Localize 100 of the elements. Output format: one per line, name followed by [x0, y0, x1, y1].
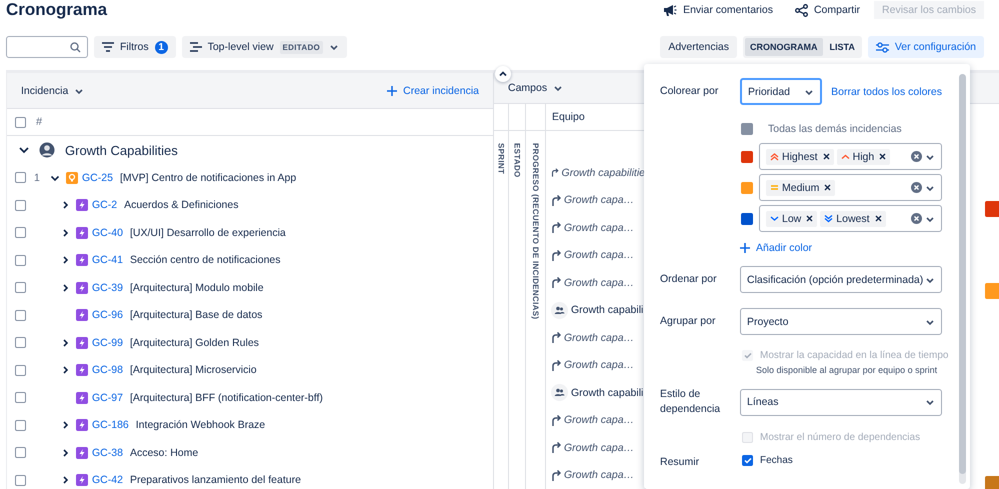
- hierarchy-lines-icon: [190, 42, 202, 52]
- edited-lozenge: EDITADO: [280, 40, 324, 54]
- priority-high-icon: [840, 152, 850, 161]
- curved-arrow-icon: [551, 277, 561, 288]
- color-swatch[interactable]: [741, 182, 753, 194]
- lightning-icon: [76, 282, 88, 294]
- checkbox[interactable]: [742, 455, 753, 466]
- people-icon: [551, 384, 568, 402]
- view-mode-tab[interactable]: CRONOGRAMA: [745, 38, 823, 56]
- row-checkbox[interactable]: [15, 364, 26, 376]
- remove-icon[interactable]: [874, 215, 882, 222]
- row-checkbox[interactable]: [15, 172, 26, 184]
- view-mode-tab[interactable]: LISTA: [824, 38, 860, 56]
- warnings-button[interactable]: Advertencias: [660, 36, 738, 58]
- field-column-header: ESTADO: [512, 143, 522, 178]
- lightning-icon: [76, 226, 88, 239]
- priority-tag[interactable]: High: [836, 148, 890, 164]
- row-checkbox[interactable]: [15, 392, 26, 404]
- priority-tag[interactable]: Highest: [766, 148, 834, 164]
- remove-icon[interactable]: [879, 153, 886, 160]
- clear-icon[interactable]: [911, 182, 922, 193]
- add-color-button[interactable]: Añadir color: [740, 242, 812, 254]
- curved-arrow-icon: [551, 222, 561, 234]
- issue-key-link[interactable]: GC-99: [92, 336, 123, 349]
- issue-key-link[interactable]: GC-42: [92, 474, 123, 486]
- color-swatch[interactable]: [741, 123, 753, 135]
- search-icon: [70, 42, 81, 52]
- issue-column-header[interactable]: Incidencia: [21, 84, 84, 96]
- priority-multiselect[interactable]: Highest High: [759, 143, 942, 170]
- remove-icon[interactable]: [822, 153, 830, 160]
- issue-key-link[interactable]: GC-39: [92, 282, 123, 294]
- field-column-header: SPRINT: [496, 143, 506, 174]
- lightning-icon: [76, 336, 88, 349]
- view-dropdown[interactable]: Top-level view EDITADO: [182, 36, 348, 58]
- issue-key-link[interactable]: GC-97: [92, 392, 123, 404]
- option-select[interactable]: Líneas: [740, 388, 942, 416]
- filters-button[interactable]: Filtros 1: [94, 36, 176, 58]
- color-swatch[interactable]: [741, 212, 753, 224]
- priority-lowest-icon: [824, 214, 834, 223]
- fields-column-header[interactable]: Campos: [508, 82, 564, 94]
- issue-key-link[interactable]: GC-186: [92, 419, 129, 432]
- row-checkbox[interactable]: [15, 310, 26, 321]
- curved-arrow-icon: [551, 442, 561, 454]
- checkbox-label: Mostrar el número de dependencias: [760, 432, 920, 443]
- remove-icon[interactable]: [806, 215, 814, 222]
- create-issue-link[interactable]: Crear incidencia: [387, 84, 479, 96]
- team-name: Growth capa…: [564, 332, 634, 344]
- team-name: Growth capa…: [564, 469, 634, 482]
- row-checkbox[interactable]: [15, 200, 26, 211]
- team-name: Growth capabilitie: [562, 166, 645, 179]
- priority-multiselect[interactable]: Low Lowest: [759, 205, 942, 232]
- select-all-checkbox[interactable]: [15, 116, 26, 128]
- issue-key-link[interactable]: GC-41: [92, 254, 123, 266]
- row-checkbox[interactable]: [15, 254, 26, 266]
- lightning-icon: [76, 474, 88, 486]
- scrollbar[interactable]: [959, 74, 966, 484]
- issue-key-link[interactable]: GC-96: [92, 309, 123, 322]
- team-name: Growth capa…: [564, 414, 634, 426]
- row-checkbox[interactable]: [15, 282, 26, 294]
- option-label: Estilo de dependencia: [660, 387, 722, 417]
- clear-colors-link[interactable]: Borrar todos los colores: [831, 86, 942, 98]
- priority-tag-label: High: [852, 150, 874, 162]
- priority-tag-label: Low: [782, 212, 802, 224]
- issue-key-link[interactable]: GC-25: [82, 172, 113, 184]
- issue-key-link[interactable]: GC-40: [92, 226, 123, 239]
- color-swatch[interactable]: [741, 150, 753, 162]
- issue-summary: Preparativos lanzamiento del feature: [130, 474, 301, 486]
- row-checkbox[interactable]: [15, 337, 26, 348]
- row-checkbox[interactable]: [15, 227, 26, 238]
- option-select[interactable]: Clasificación (opción predeterminada): [740, 266, 942, 293]
- filter-icon: [102, 42, 114, 52]
- lightning-icon: [76, 254, 88, 266]
- row-checkbox[interactable]: [15, 420, 26, 431]
- issue-key-link[interactable]: GC-2: [92, 199, 118, 212]
- priority-multiselect[interactable]: Medium: [759, 174, 942, 201]
- view-settings-button[interactable]: Ver configuración: [868, 36, 984, 58]
- clear-icon[interactable]: [911, 213, 922, 224]
- priority-tag[interactable]: Low: [766, 210, 818, 226]
- clear-icon[interactable]: [911, 151, 922, 162]
- row-checkbox[interactable]: [15, 474, 26, 486]
- remove-icon[interactable]: [824, 184, 832, 191]
- collapse-button[interactable]: [495, 66, 511, 82]
- option-label: Agrupar por: [660, 314, 716, 329]
- lightning-icon: [76, 419, 88, 432]
- priority-highest-icon: [770, 152, 779, 161]
- issue-summary: Integración Webhook Braze: [136, 419, 266, 432]
- priority-tag[interactable]: Medium: [766, 180, 836, 196]
- color-by-select[interactable]: Prioridad: [740, 78, 822, 105]
- team-name: Growth capa…: [564, 222, 634, 234]
- issue-key-link[interactable]: GC-38: [92, 446, 123, 459]
- team-name: Growth capa…: [564, 249, 634, 262]
- priority-tag[interactable]: Lowest: [820, 210, 886, 226]
- share-button[interactable]: Compartir: [786, 1, 868, 19]
- feedback-button[interactable]: Enviar comentarios: [655, 1, 781, 19]
- row-checkbox[interactable]: [15, 447, 26, 458]
- checkmark-icon: [744, 457, 752, 464]
- chevron-down-icon[interactable]: [19, 145, 29, 155]
- issue-key-link[interactable]: GC-98: [92, 364, 123, 376]
- search-field[interactable]: [6, 36, 88, 58]
- option-select[interactable]: Proyecto: [740, 308, 942, 335]
